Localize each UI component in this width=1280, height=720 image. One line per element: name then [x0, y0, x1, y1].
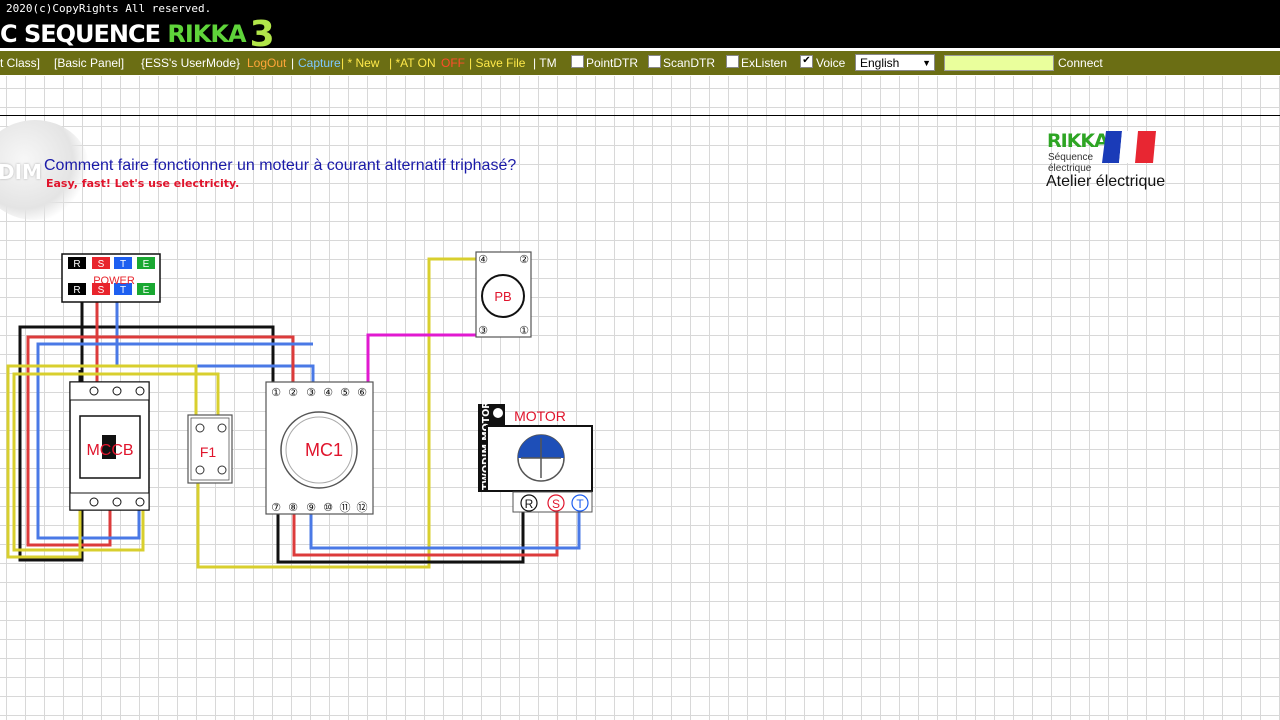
wire-red-loop[interactable] [26, 335, 295, 547]
wire-magenta-pb[interactable] [366, 333, 476, 388]
mc1-terminal-7[interactable]: ⑦ [271, 501, 281, 514]
pushbutton-pb[interactable]: PB ④ ② ③ ① [475, 251, 532, 338]
mccb-breaker[interactable]: MCCB [69, 381, 150, 511]
power-terminal-r: R [73, 259, 80, 270]
mc1-terminal-12[interactable]: ⑫ [357, 501, 368, 514]
motor[interactable]: TWODIM MOTOR MOTOR R S T [478, 401, 593, 513]
pb-terminal-2[interactable]: ② [519, 253, 529, 266]
motor-terminal-t[interactable]: T [576, 497, 584, 511]
fuse-label: F1 [200, 444, 217, 460]
pb-terminal-3[interactable]: ③ [478, 324, 488, 337]
mc1-terminal-3[interactable]: ③ [306, 386, 316, 399]
mccb-label: MCCB [86, 442, 133, 459]
mc1-terminal-1[interactable]: ① [271, 386, 281, 399]
power-terminal-e-bottom: E [143, 285, 150, 296]
mc1-label: MC1 [305, 440, 343, 460]
contactor-mc1[interactable]: MC1 ① ② ③ ④ ⑤ ⑥ ⑦ ⑧ ⑨ ⑩ ⑪ ⑫ [265, 381, 374, 515]
motor-terminal-s[interactable]: S [552, 497, 560, 511]
mc1-terminal-2[interactable]: ② [288, 386, 298, 399]
power-terminal-e: E [143, 259, 150, 270]
mc1-terminal-11[interactable]: ⑪ [340, 501, 351, 514]
pb-terminal-1[interactable]: ① [519, 324, 529, 337]
power-terminal-r-bottom: R [73, 285, 80, 296]
mc1-terminal-10[interactable]: ⑩ [323, 501, 333, 514]
mc1-terminal-8[interactable]: ⑧ [288, 501, 298, 514]
fuse-f1[interactable]: F1 [187, 414, 233, 484]
power-supply[interactable]: R S T E R S T E POWER [61, 253, 161, 303]
wiring-diagram: R S T E R S T E POWER MCCB F1 MC1 ① ② ③ … [6, 251, 593, 569]
motor-terminal-r[interactable]: R [525, 497, 534, 511]
pb-terminal-4[interactable]: ④ [478, 253, 488, 266]
power-label: POWER [93, 275, 135, 287]
mc1-terminal-4[interactable]: ④ [323, 386, 333, 399]
motor-label: MOTOR [514, 408, 566, 424]
power-terminal-s: S [98, 259, 105, 270]
mc1-terminal-6[interactable]: ⑥ [357, 386, 367, 399]
pb-label: PB [494, 289, 511, 304]
power-terminal-t: T [120, 259, 126, 270]
mc1-terminal-9[interactable]: ⑨ [306, 501, 316, 514]
mc1-terminal-5[interactable]: ⑤ [340, 386, 350, 399]
